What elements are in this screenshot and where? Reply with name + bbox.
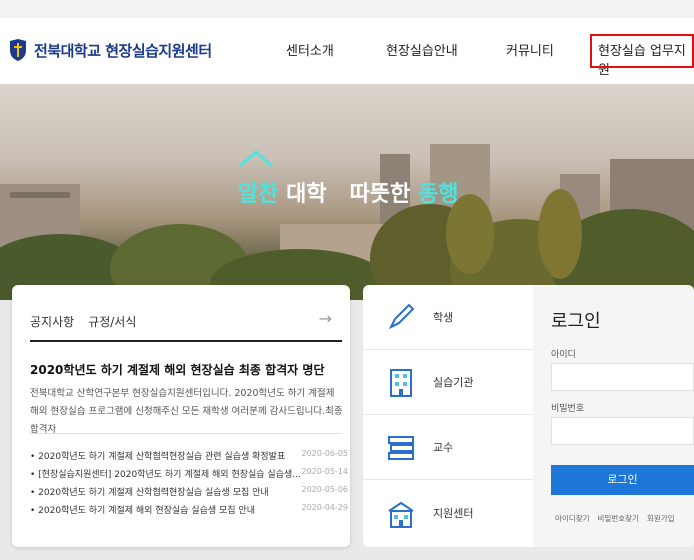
quick-item-institution[interactable]: 실습기관 [363,350,533,415]
find-id-link[interactable]: 아이디찾기 [555,513,590,524]
quick-item-label: 교수 [433,441,454,454]
quick-item-student[interactable]: 학생 [363,285,533,350]
notice-list: • 2020학년도 하기 계절제 산학협력현장실습 관련 실습생 확정발표 20… [30,449,348,521]
login-panel: 로그인 아이디 비밀번호 로그인 아이디찾기 비밀번호찾기 회원가입 [533,285,694,547]
sign-up-link[interactable]: 회원가입 [647,513,675,524]
quick-menu: 학생 실습기관 교수 지원센터 [363,285,533,547]
divider [30,433,342,434]
nav-item-community[interactable]: 커뮤니티 [506,40,554,59]
slogan-part-b: 대학 [286,182,327,207]
logo-text: 전북대학교 현장실습지원센터 [34,41,212,60]
headline-summary[interactable]: 전북대학교 산학연구본부 현장실습지원센터입니다. 2020학년도 하기 계절제… [30,385,346,439]
list-item-date: 2020-05-14 [301,467,349,476]
list-item-date: 2020-06-05 [301,449,349,458]
list-item-date: 2020-04-29 [301,503,349,512]
slogan-part-c: 따뜻한 [349,182,411,207]
tab-underline [30,340,342,342]
slogan-part-a: 알찬 [238,182,279,207]
books-icon [381,427,421,467]
building-icon [381,362,421,402]
login-title: 로그인 [551,311,601,332]
more-arrow-icon[interactable]: → [319,309,332,328]
school-icon [381,493,421,533]
tab-notice[interactable]: 공지사항 [30,313,74,330]
login-button[interactable]: 로그인 [551,465,694,495]
university-emblem-icon [8,38,28,62]
find-password-link[interactable]: 비밀번호찾기 [598,513,639,524]
password-label: 비밀번호 [551,404,585,414]
pencil-icon [381,297,421,337]
hero-banner: 알찬 대학 따뜻한 동행 [0,84,694,300]
hero-slogan: 알찬 대학 따뜻한 동행 [238,176,459,208]
list-item-title[interactable]: • 2020학년도 하기 계절제 산학협력현장실습 관련 실습생 확정발표 [30,449,285,467]
quick-item-professor[interactable]: 교수 [363,415,533,480]
list-item[interactable]: • [현장실습지원센터] 2020학년도 하기 계절제 해외 현장실습 실습생.… [30,467,348,485]
nav-item-center-intro[interactable]: 센터소개 [286,40,334,59]
quick-item-label: 지원센터 [433,506,474,520]
list-item[interactable]: • 2020학년도 하기 계절제 산학협력현장실습 관련 실습생 확정발표 20… [30,449,348,467]
list-item-title[interactable]: • [현장실습지원센터] 2020학년도 하기 계절제 해외 현장실습 실습생.… [30,467,301,485]
headline-title[interactable]: 2020학년도 하기 계절제 해외 현장실습 최종 합격자 명단 [30,361,324,378]
quick-item-label: 실습기관 [433,376,474,389]
list-item-date: 2020-05-06 [301,485,349,494]
id-input[interactable] [551,363,694,391]
highlight-box [590,34,694,68]
tab-rules-forms[interactable]: 규정/서식 [88,313,136,330]
password-input[interactable] [551,417,694,445]
notice-panel: 공지사항 규정/서식 → 2020학년도 하기 계절제 해외 현장실습 최종 합… [12,285,350,547]
list-item[interactable]: • 2020학년도 하기 계절제 산학협력현장실습 실습생 모집 안내 2020… [30,485,348,503]
notice-tabs: 공지사항 규정/서식 [30,313,136,330]
site-header: 전북대학교 현장실습지원센터 센터소개 현장실습안내 커뮤니티 현장실습 업무지… [0,0,694,84]
list-item[interactable]: • 2020학년도 하기 계절제 해외 현장실습 실습생 모집 안내 2020-… [30,503,348,521]
quick-item-label: 학생 [433,311,454,324]
site-logo[interactable]: 전북대학교 현장실습지원센터 [8,38,212,62]
list-item-title[interactable]: • 2020학년도 하기 계절제 해외 현장실습 실습생 모집 안내 [30,503,255,521]
list-item-title[interactable]: • 2020학년도 하기 계절제 산학협력현장실습 실습생 모집 안내 [30,485,269,503]
login-links: 아이디찾기 비밀번호찾기 회원가입 [555,513,675,524]
quick-item-support-center[interactable]: 지원센터 [363,480,533,545]
slogan-part-d: 동행 [418,182,459,207]
id-label: 아이디 [551,350,576,360]
nav-item-practice-guide[interactable]: 현장실습안내 [386,40,458,59]
